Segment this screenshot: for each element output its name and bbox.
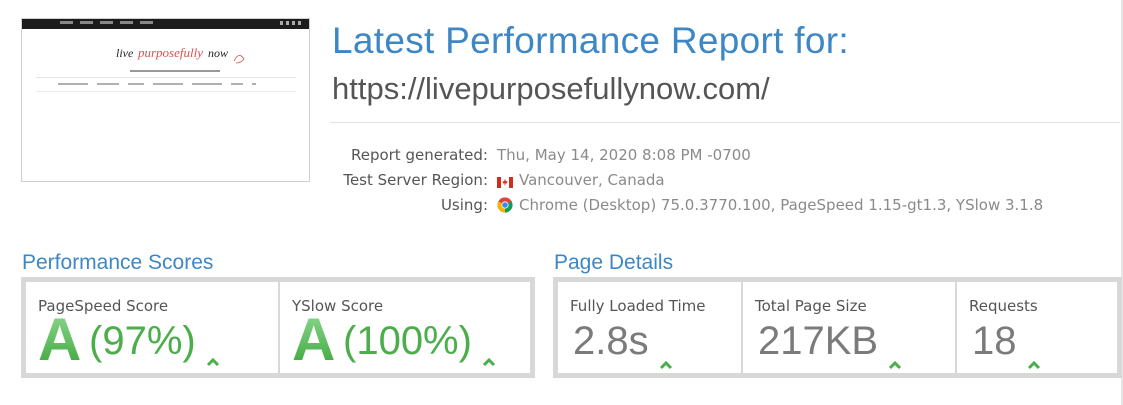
arrow-up-icon (888, 335, 902, 369)
test-browser-info: Chrome (Desktop) 75.0.3770.100, PageSpee… (519, 195, 1044, 214)
svg-text:purposefully: purposefully (137, 45, 203, 60)
arrow-up-icon (659, 335, 673, 369)
meta-row-generated: Report generated: Thu, May 14, 2020 8:08… (330, 142, 1090, 167)
fully-loaded-time-card[interactable]: Fully Loaded Time 2.8s (558, 282, 741, 373)
title-divider (330, 122, 1120, 123)
site-logo: live purposefully now (114, 39, 249, 67)
svg-text:live: live (116, 46, 134, 60)
thumb-social-icons (280, 21, 301, 25)
pagespeed-percent: (97%) (89, 319, 196, 363)
fully-loaded-time-row: 2.8s (573, 319, 673, 369)
performance-scores-heading: Performance Scores (22, 251, 214, 274)
canada-flag-icon (497, 174, 513, 188)
meta-row-using: Using: Chrome (Desktop) 75.0.3770.100, P… (330, 192, 1090, 217)
thumb-divider-2 (36, 91, 296, 92)
meta-value: Chrome (Desktop) 75.0.3770.100, PageSpee… (497, 196, 1043, 214)
requests-label: Requests (969, 297, 1038, 315)
arrow-up-icon (206, 332, 220, 367)
total-page-size-label: Total Page Size (755, 297, 867, 315)
svg-text:now: now (208, 46, 228, 60)
site-screenshot-thumbnail[interactable]: live purposefully now (21, 18, 310, 182)
report-date: Thu, May 14, 2020 8:08 PM -0700 (497, 145, 751, 164)
meta-label: Using: (440, 195, 488, 214)
page-title: Latest Performance Report for: (332, 20, 849, 61)
pagespeed-percent-row: (97%) (89, 319, 220, 367)
report-meta: Report generated: Thu, May 14, 2020 8:08… (330, 142, 1090, 217)
page-details-heading: Page Details (554, 251, 674, 274)
thumb-divider (36, 77, 296, 78)
pagespeed-grade: A (38, 306, 82, 373)
fully-loaded-time-value: 2.8s (573, 319, 649, 363)
meta-value: Vancouver, Canada (497, 171, 665, 189)
yslow-score-card[interactable]: YSlow Score A (100%) (280, 282, 530, 373)
arrow-up-icon (1027, 335, 1041, 369)
page-details-panel: Fully Loaded Time 2.8s Total Page Size 2… (553, 277, 1122, 378)
meta-label: Test Server Region: (343, 170, 488, 189)
requests-value: 18 (972, 319, 1017, 363)
meta-label: Report generated: (350, 145, 488, 164)
thumb-menu (60, 21, 153, 24)
requests-row: 18 (972, 319, 1041, 369)
tested-url[interactable]: https://livepurposefullynow.com/ (332, 71, 770, 107)
performance-scores-panel: PageSpeed Score A (97%) YSlow Score A (1… (21, 277, 535, 378)
yslow-grade: A (292, 306, 336, 373)
total-page-size-row: 217KB (758, 319, 902, 369)
total-page-size-value: 217KB (758, 319, 879, 363)
pagespeed-score-card[interactable]: PageSpeed Score A (97%) (26, 282, 278, 373)
total-page-size-card[interactable]: Total Page Size 217KB (743, 282, 955, 373)
thumb-nav (58, 83, 256, 85)
yslow-percent-row: (100%) (343, 319, 496, 367)
thumb-tagline (130, 70, 220, 72)
chrome-icon (497, 196, 513, 213)
meta-value: Thu, May 14, 2020 8:08 PM -0700 (497, 146, 751, 164)
fully-loaded-time-label: Fully Loaded Time (570, 297, 706, 315)
requests-card[interactable]: Requests 18 (957, 282, 1117, 373)
yslow-percent: (100%) (343, 319, 472, 363)
server-region: Vancouver, Canada (519, 170, 665, 189)
meta-row-region: Test Server Region: Vancouver, Canada (330, 167, 1090, 192)
arrow-up-icon (482, 332, 496, 367)
